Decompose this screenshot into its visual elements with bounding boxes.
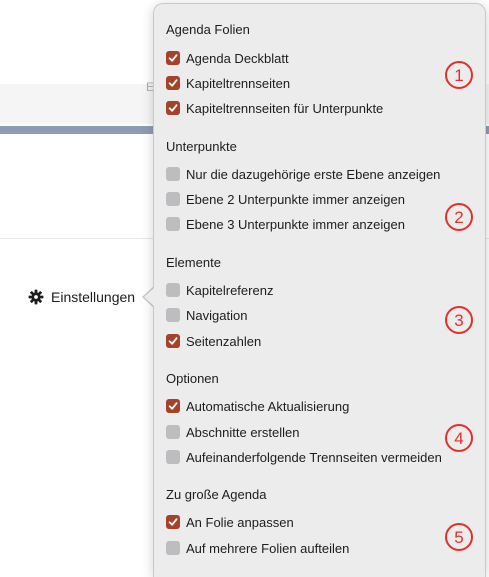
checkbox-label: Navigation bbox=[186, 307, 248, 323]
gear-icon bbox=[28, 289, 44, 305]
popover-pointer bbox=[144, 287, 155, 307]
checkbox-agenda-deckblatt[interactable]: Agenda Deckblatt bbox=[166, 49, 289, 67]
checkbox-box bbox=[166, 425, 180, 439]
checkbox-box bbox=[166, 217, 180, 231]
checkbox-label: Kapiteltrennseiten für Unterpunkte bbox=[186, 100, 384, 116]
settings-button-label: Einstellungen bbox=[51, 289, 136, 305]
checkbox-box bbox=[166, 515, 180, 529]
settings-popover: Agenda Folien Agenda Deckblatt Kapiteltr… bbox=[153, 3, 486, 577]
checkbox-kapitelreferenz[interactable]: Kapitelreferenz bbox=[166, 281, 273, 299]
checkbox-label: Aufeinanderfolgende Trennseiten vermeide… bbox=[186, 449, 442, 465]
checkbox-an-folie-anpassen[interactable]: An Folie anpassen bbox=[166, 513, 294, 531]
checkbox-box bbox=[166, 76, 180, 90]
checkbox-box bbox=[166, 334, 180, 348]
section-title-zu-grosse-agenda: Zu große Agenda bbox=[166, 487, 267, 502]
section-title-unterpunkte: Unterpunkte bbox=[166, 139, 237, 154]
checkbox-seitenzahlen[interactable]: Seitenzahlen bbox=[166, 332, 261, 350]
checkbox-automatische-aktualisierung[interactable]: Automatische Aktualisierung bbox=[166, 397, 349, 415]
checkbox-label: Seitenzahlen bbox=[186, 333, 262, 349]
section-title-agenda-folien: Agenda Folien bbox=[166, 22, 250, 37]
checkbox-label: Ebene 2 Unterpunkte immer anzeigen bbox=[186, 191, 405, 207]
checkbox-trennseiten-vermeiden[interactable]: Aufeinanderfolgende Trennseiten vermeide… bbox=[166, 448, 442, 466]
checkbox-label: Kapiteltrennseiten bbox=[186, 75, 291, 91]
checkbox-box bbox=[166, 541, 180, 555]
checkmark-icon bbox=[168, 518, 178, 526]
checkbox-box bbox=[166, 308, 180, 322]
section-title-optionen: Optionen bbox=[166, 371, 219, 386]
checkmark-icon bbox=[168, 54, 178, 62]
checkbox-ebene-3[interactable]: Ebene 3 Unterpunkte immer anzeigen bbox=[166, 215, 405, 233]
checkbox-erste-ebene[interactable]: Nur die dazugehörige erste Ebene anzeige… bbox=[166, 165, 440, 183]
checkmark-icon bbox=[168, 79, 178, 87]
checkmark-icon bbox=[168, 104, 178, 112]
checkbox-box bbox=[166, 101, 180, 115]
checkbox-box bbox=[166, 399, 180, 413]
checkbox-label: Auf mehrere Folien aufteilen bbox=[186, 540, 350, 556]
annotation-marker-2: 2 bbox=[445, 203, 473, 231]
section-title-elemente: Elemente bbox=[166, 255, 221, 270]
checkbox-label: Abschnitte erstellen bbox=[186, 424, 300, 440]
checkbox-kapiteltrennseiten-unterpunkte[interactable]: Kapiteltrennseiten für Unterpunkte bbox=[166, 99, 383, 117]
checkbox-label: An Folie anpassen bbox=[186, 514, 294, 530]
checkbox-abschnitte-erstellen[interactable]: Abschnitte erstellen bbox=[166, 423, 299, 441]
annotation-marker-3: 3 bbox=[445, 306, 473, 334]
settings-button[interactable]: Einstellungen bbox=[28, 287, 135, 307]
checkbox-box bbox=[166, 192, 180, 206]
checkbox-box bbox=[166, 450, 180, 464]
checkmark-icon bbox=[168, 337, 178, 345]
checkbox-label: Automatische Aktualisierung bbox=[186, 398, 350, 414]
checkbox-ebene-2[interactable]: Ebene 2 Unterpunkte immer anzeigen bbox=[166, 190, 405, 208]
checkmark-icon bbox=[168, 402, 178, 410]
checkbox-box bbox=[166, 167, 180, 181]
checkbox-label: Nur die dazugehörige erste Ebene anzeige… bbox=[186, 166, 441, 182]
annotation-marker-1: 1 bbox=[445, 61, 473, 89]
checkbox-label: Agenda Deckblatt bbox=[186, 50, 289, 66]
checkbox-label: Kapitelreferenz bbox=[186, 282, 274, 298]
checkbox-box bbox=[166, 51, 180, 65]
checkbox-mehrere-folien[interactable]: Auf mehrere Folien aufteilen bbox=[166, 539, 349, 557]
annotation-marker-5: 5 bbox=[445, 523, 473, 551]
annotation-marker-4: 4 bbox=[445, 424, 473, 452]
checkbox-navigation[interactable]: Navigation bbox=[166, 306, 247, 324]
checkbox-kapiteltrennseiten[interactable]: Kapiteltrennseiten bbox=[166, 74, 290, 92]
checkbox-label: Ebene 3 Unterpunkte immer anzeigen bbox=[186, 216, 405, 232]
checkbox-box bbox=[166, 283, 180, 297]
